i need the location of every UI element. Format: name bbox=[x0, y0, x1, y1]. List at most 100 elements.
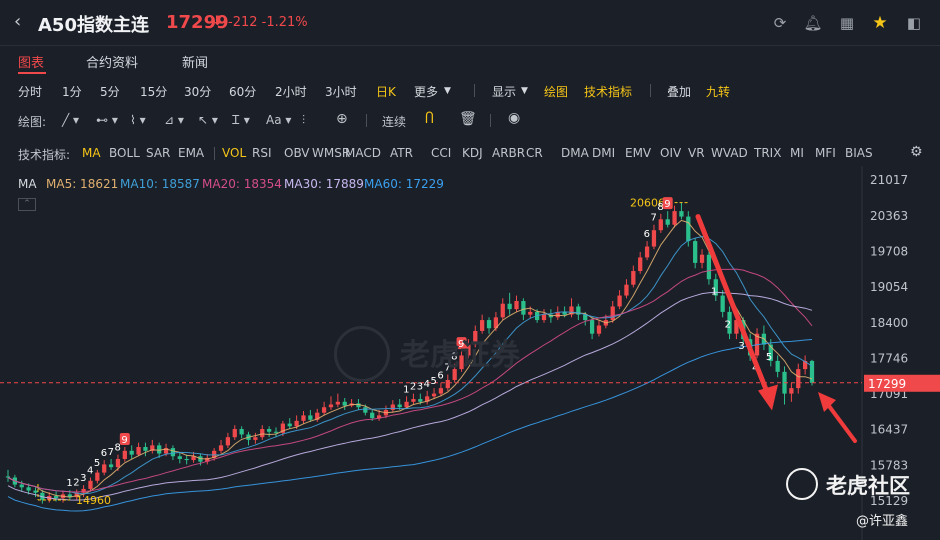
zoom-icon[interactable]: ⊕ bbox=[336, 111, 348, 127]
indicator-trix[interactable]: TRIX bbox=[754, 146, 781, 160]
td-count-label: 2 bbox=[73, 477, 79, 488]
indicator-bias[interactable]: BIAS bbox=[845, 146, 873, 160]
continuous-toggle[interactable]: 连续 bbox=[382, 113, 406, 130]
indicator-mi[interactable]: MI bbox=[790, 146, 804, 160]
refresh-icon[interactable]: ⟳ bbox=[770, 13, 790, 33]
indicator-cci[interactable]: CCI bbox=[431, 146, 451, 160]
candle-body bbox=[706, 254, 712, 280]
td-count-label: 8 bbox=[114, 443, 120, 454]
indicator-vol[interactable]: VOL bbox=[222, 146, 246, 160]
display-menu[interactable]: 显示 bbox=[492, 83, 516, 100]
candle-body bbox=[95, 472, 100, 481]
period-more[interactable]: 更多 bbox=[414, 83, 438, 100]
back-icon[interactable]: ‹ bbox=[14, 12, 32, 32]
text-tool-icon[interactable]: Aa ▾ bbox=[266, 113, 291, 127]
td-count-label: 6 bbox=[644, 229, 650, 240]
indicator-obv[interactable]: OBV bbox=[284, 146, 310, 160]
candle-body bbox=[253, 437, 258, 440]
tab-chart[interactable]: 图表 bbox=[18, 52, 44, 71]
gear-icon[interactable]: ⚙ bbox=[910, 144, 923, 160]
magnet-icon[interactable]: Ⴖ bbox=[425, 111, 434, 127]
legend-ma60: MA60: 17229 bbox=[364, 177, 444, 191]
tab-news[interactable]: 新闻 bbox=[182, 52, 208, 71]
candle-body bbox=[308, 415, 313, 420]
indicator-emv[interactable]: EMV bbox=[625, 146, 651, 160]
period-5m[interactable]: 5分 bbox=[100, 83, 120, 100]
collapse-legend-icon[interactable]: ⌃ bbox=[18, 198, 36, 211]
measure-icon[interactable]: ⫶ bbox=[302, 113, 305, 128]
period-1m[interactable]: 1分 bbox=[62, 83, 82, 100]
period-30m[interactable]: 30分 bbox=[184, 83, 211, 100]
indicator-ema[interactable]: EMA bbox=[178, 146, 204, 160]
td-count-label: 1 bbox=[66, 478, 72, 489]
period-daily[interactable]: 日K bbox=[376, 83, 396, 100]
indicator-rsi[interactable]: RSI bbox=[252, 146, 272, 160]
overlay-button[interactable]: 叠加 bbox=[667, 83, 691, 100]
wave-tool-icon[interactable]: ⌇ ▾ bbox=[130, 113, 146, 127]
tab-contract[interactable]: 合约资料 bbox=[86, 52, 138, 71]
text-cursor-icon[interactable]: Ꮖ ▾ bbox=[232, 113, 250, 128]
nine-turn-button[interactable]: 九转 bbox=[706, 83, 730, 100]
panel-icon[interactable]: ◧ bbox=[904, 13, 924, 33]
candle-body bbox=[617, 295, 622, 307]
indicator-dma[interactable]: DMA bbox=[561, 146, 589, 160]
td-count-label: 9 bbox=[664, 199, 670, 210]
indicator-atr[interactable]: ATR bbox=[390, 146, 413, 160]
candle-body bbox=[672, 211, 677, 225]
td-down-label: 5 bbox=[766, 352, 772, 363]
indicator-kdj[interactable]: KDJ bbox=[462, 146, 483, 160]
indicator-vr[interactable]: VR bbox=[688, 146, 705, 160]
eye-icon[interactable]: ◉ bbox=[508, 110, 520, 126]
period-60m[interactable]: 60分 bbox=[229, 83, 256, 100]
bell-icon[interactable]: 🔔︎ bbox=[803, 13, 823, 33]
line-tool-icon[interactable]: ╱ ▾ bbox=[62, 113, 79, 127]
candle-body bbox=[596, 325, 602, 334]
candle-body bbox=[26, 487, 31, 491]
candle-body bbox=[239, 429, 244, 435]
candle-body bbox=[431, 393, 437, 397]
candle-body bbox=[541, 314, 547, 321]
period-2h[interactable]: 2小时 bbox=[275, 83, 307, 100]
candle-body bbox=[390, 404, 395, 410]
period-3h[interactable]: 3小时 bbox=[325, 83, 357, 100]
indicator-mfi[interactable]: MFI bbox=[815, 146, 836, 160]
candle-body bbox=[411, 399, 416, 402]
period-15m[interactable]: 15分 bbox=[140, 83, 167, 100]
grid-icon[interactable]: ▦ bbox=[837, 13, 857, 33]
star-icon[interactable]: ★ bbox=[870, 13, 890, 33]
indicator-dmi[interactable]: DMI bbox=[592, 146, 615, 160]
indicator-ma[interactable]: MA bbox=[82, 146, 101, 160]
ray-tool-icon[interactable]: ⊷ ▾ bbox=[96, 113, 118, 127]
tech-indicator-toggle[interactable]: 技术指标 bbox=[584, 83, 632, 100]
candle-body bbox=[397, 404, 402, 408]
indicator-oiv[interactable]: OIV bbox=[660, 146, 681, 160]
candle-body bbox=[796, 369, 801, 389]
divider bbox=[490, 114, 491, 127]
indicator-cr[interactable]: CR bbox=[526, 146, 543, 160]
divider bbox=[650, 84, 651, 97]
indicator-wvad[interactable]: WVAD bbox=[711, 146, 748, 160]
indicator-macd[interactable]: MACD bbox=[345, 146, 381, 160]
td-count-label: 9 bbox=[121, 435, 127, 446]
candle-body bbox=[679, 211, 684, 217]
indicator-label: 技术指标: bbox=[18, 148, 71, 162]
fib-tool-icon[interactable]: ⊿ ▾ bbox=[164, 113, 184, 127]
indicator-boll[interactable]: BOLL bbox=[109, 146, 140, 160]
indicator-arbr[interactable]: ARBR bbox=[492, 146, 525, 160]
watermark-logo bbox=[334, 326, 390, 382]
indicator-sar[interactable]: SAR bbox=[146, 146, 170, 160]
draw-toggle[interactable]: 绘图 bbox=[544, 83, 568, 100]
tiger-logo bbox=[786, 468, 818, 500]
candle-body bbox=[335, 401, 340, 405]
period-timeshare[interactable]: 分时 bbox=[18, 83, 42, 100]
low-label: 14960 bbox=[76, 494, 111, 507]
candle-body bbox=[665, 219, 670, 225]
arrow-tool-icon[interactable]: ↖ ▾ bbox=[198, 113, 218, 127]
y-tick-label: 16437 bbox=[870, 423, 908, 437]
watermark-text: 老虎证券 bbox=[400, 338, 520, 373]
pointer-arrow bbox=[824, 400, 857, 443]
candle-body bbox=[644, 246, 650, 258]
downtrend-arrow bbox=[695, 214, 771, 398]
trash-icon[interactable]: 🗑︎ bbox=[459, 111, 477, 127]
candle-body bbox=[53, 496, 59, 499]
